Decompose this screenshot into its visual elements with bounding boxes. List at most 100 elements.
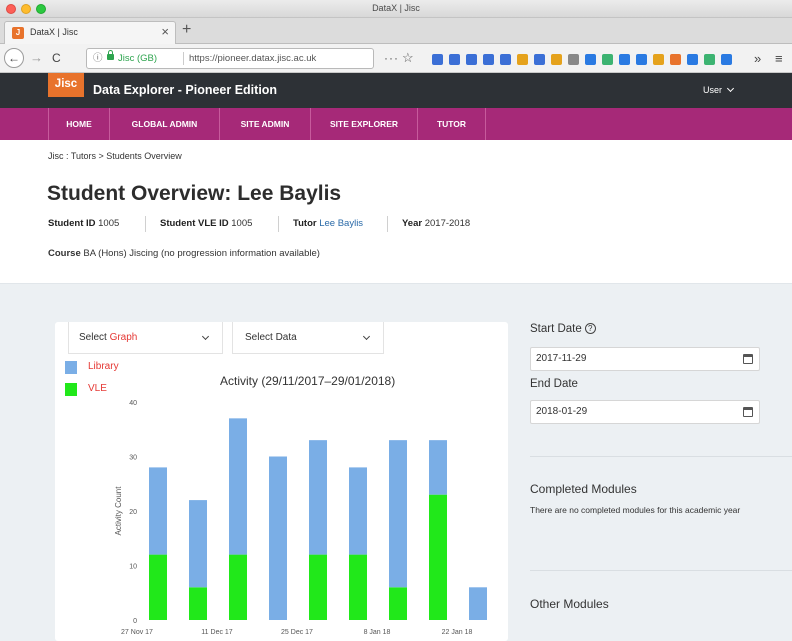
new-tab-button[interactable]: + [182,21,191,39]
start-date-input[interactable]: 2017-11-29 [530,347,760,371]
select-data-dropdown[interactable]: Select Data [232,322,384,354]
meta-divider [145,216,146,232]
extension-icon[interactable] [500,54,511,65]
info-icon[interactable]: ⓘ [93,49,103,68]
app-title: Data Explorer - Pioneer Edition [93,83,278,97]
meta-divider [387,216,388,232]
x-tick-label: 27 Nov 17 [121,629,153,636]
address-bar[interactable]: ⓘ Jisc (GB) https://pioneer.datax.jisc.a… [86,48,374,69]
nav-global-admin[interactable]: GLOBAL ADMIN [110,108,220,140]
course-label: Course [48,248,81,259]
tutor-link[interactable]: Lee Baylis [319,218,363,229]
bar-vle [349,554,367,620]
vle-id-value: 1005 [231,218,253,229]
tab-label: DataX | Jisc [30,27,78,37]
course-info: Course BA (Hons) Jiscing (no progression… [48,248,320,259]
extension-icon[interactable] [704,54,715,65]
extension-icon[interactable] [619,54,630,65]
page-actions-icon[interactable]: ··· [384,52,399,64]
browser-toolbar: ← → C ⓘ Jisc (GB) https://pioneer.datax.… [0,44,792,73]
completed-modules-heading: Completed Modules [530,482,637,496]
jisc-logo[interactable]: Jisc [48,73,84,97]
calendar-icon[interactable] [743,407,753,417]
nav-site-admin[interactable]: SITE ADMIN [220,108,311,140]
student-id: Student ID 1005 [48,218,119,229]
lock-icon [107,50,114,60]
extension-icon[interactable] [670,54,681,65]
x-tick-label: 25 Dec 17 [281,629,313,636]
user-menu[interactable]: User [703,84,735,95]
bar-vle [389,587,407,620]
bar-vle [229,554,247,620]
hamburger-menu-icon[interactable]: ≡ [775,51,783,66]
extension-icon[interactable] [636,54,647,65]
student-vle-id: Student VLE ID 1005 [160,218,252,229]
y-tick-label: 20 [129,509,137,516]
extension-icon[interactable] [721,54,732,65]
course-value: BA (Hons) Jiscing (no progression inform… [83,248,320,259]
main-navigation: HOME GLOBAL ADMIN SITE ADMIN SITE EXPLOR… [0,108,792,140]
legend-label-library[interactable]: Library [88,361,119,372]
bar-library [309,440,327,555]
help-icon[interactable]: ? [584,323,596,334]
extension-icon[interactable] [585,54,596,65]
chevron-down-icon [362,332,371,341]
extension-icon[interactable] [568,54,579,65]
extension-icon[interactable] [534,54,545,65]
start-date-label-text: Start Date [530,323,582,335]
chevron-down-icon [201,332,210,341]
nav-home[interactable]: HOME [48,108,110,140]
bar-vle [429,494,447,620]
end-date-input[interactable]: 2018-01-29 [530,400,760,424]
select-graph-value: Graph [109,332,138,343]
overflow-chevron-icon[interactable]: » [754,51,761,66]
calendar-icon[interactable] [743,354,753,364]
y-tick-label: 40 [129,400,137,407]
breadcrumb[interactable]: Jisc : Tutors > Students Overview [48,151,182,161]
reload-button[interactable]: C [52,50,61,66]
extension-icon[interactable] [602,54,613,65]
legend-label-vle[interactable]: VLE [88,383,107,394]
tutor: Tutor Lee Baylis [293,218,363,229]
year-value: 2017-2018 [424,218,471,229]
extension-icon[interactable] [653,54,664,65]
y-tick-label: 0 [133,618,137,625]
user-label: User [703,85,723,95]
extension-icon[interactable] [466,54,477,65]
bar-library [429,440,447,495]
bar-library [149,467,167,555]
year-label: Year [402,218,423,229]
extension-icon[interactable] [449,54,460,65]
nav-tutor[interactable]: TUTOR [418,108,486,140]
back-button[interactable]: ← [4,48,24,68]
bar-library [189,500,207,588]
start-date-value: 2017-11-29 [536,353,587,364]
browser-tab[interactable]: J DataX | Jisc × [4,21,176,44]
bookmark-star-icon[interactable]: ☆ [402,51,414,65]
bar-library [229,418,247,555]
y-tick-label: 30 [129,455,137,462]
meta-divider [278,216,279,232]
select-graph-prefix: Select [79,332,107,343]
tab-strip: J DataX | Jisc × + [0,18,792,44]
extension-icon[interactable] [551,54,562,65]
section-divider [530,456,792,457]
section-divider [530,570,792,571]
extension-icon[interactable] [687,54,698,65]
end-date-label: End Date [530,378,578,390]
extension-icon[interactable] [517,54,528,65]
extension-icon[interactable] [432,54,443,65]
bar-vle [189,587,207,620]
url-text[interactable]: https://pioneer.datax.jisc.ac.uk [189,49,349,68]
bar-library [389,440,407,588]
y-axis-label: Activity Count [114,486,123,536]
tutor-label: Tutor [293,218,317,229]
nav-site-explorer[interactable]: SITE EXPLORER [311,108,418,140]
forward-button[interactable]: → [30,50,43,66]
extension-icon[interactable] [483,54,494,65]
student-id-label: Student ID [48,218,96,229]
select-graph-dropdown[interactable]: Select Graph [68,322,223,354]
app-header: Jisc Data Explorer - Pioneer Edition Use… [0,73,792,108]
close-tab-icon[interactable]: × [161,25,169,39]
site-identity[interactable]: Jisc (GB) [118,49,157,68]
